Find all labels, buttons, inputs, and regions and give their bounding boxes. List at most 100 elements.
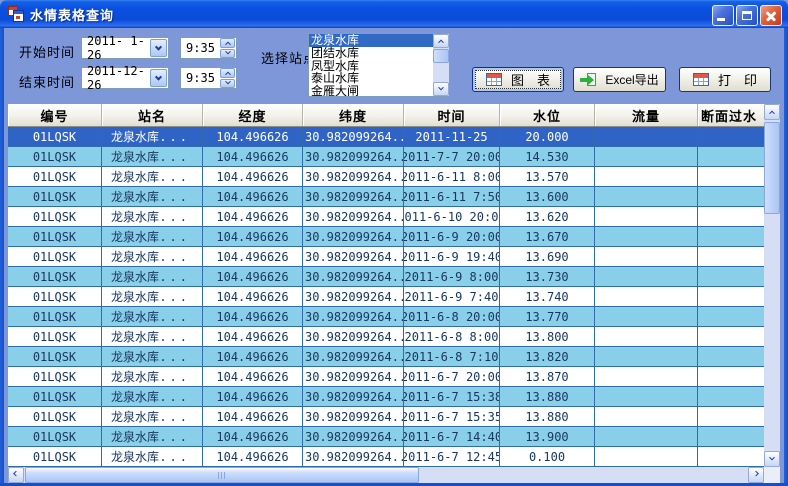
cell-level: 13.600 [500, 187, 595, 207]
truncation-dots: ... [159, 290, 190, 304]
chart-button[interactable]: 图 表 [472, 67, 564, 92]
vertical-scrollbar[interactable] [764, 104, 780, 467]
scroll-down-button[interactable] [764, 451, 780, 467]
cell-station: 龙泉水库... [102, 287, 203, 307]
cell-longitude: 104.496626 [203, 167, 303, 187]
cell-time: 2011-6-7 14:40 [404, 427, 500, 447]
table-row[interactable]: 01LQSK 龙泉水库... 104.496626 30.982099264..… [8, 247, 764, 267]
start-time-down-button[interactable] [220, 49, 235, 59]
cell-longitude: 104.496626 [203, 147, 303, 167]
close-button[interactable] [760, 5, 782, 26]
cell-section [698, 167, 764, 187]
station-list-item[interactable]: 团结水库 [309, 47, 433, 60]
scroll-thumb[interactable] [433, 49, 449, 63]
cell-longitude: 104.496626 [203, 127, 303, 147]
scroll-right-button[interactable] [748, 467, 764, 483]
grid-header-cell[interactable]: 流量 [595, 104, 698, 126]
cell-station: 龙泉水库... [102, 127, 203, 147]
station-name: 龙泉水库 [111, 148, 159, 165]
station-name: 龙泉水库 [111, 388, 159, 405]
cell-station: 龙泉水库... [102, 167, 203, 187]
cell-flow [595, 387, 698, 407]
end-time-down-button[interactable] [220, 79, 235, 89]
scroll-up-button[interactable] [764, 104, 780, 120]
cell-flow [595, 127, 698, 147]
cell-longitude: 104.496626 [203, 207, 303, 227]
start-date-dropdown-button[interactable] [150, 39, 167, 57]
cell-longitude: 104.496626 [203, 307, 303, 327]
station-listbox[interactable]: 龙泉水库 团结水库 凤型水库 泰山水库 金雁大闸 [308, 33, 450, 97]
station-name: 龙泉水库 [111, 308, 159, 325]
cell-id: 01LQSK [8, 387, 102, 407]
end-date-picker[interactable]: 2011-12-26 [81, 67, 169, 89]
cell-level: 13.880 [500, 407, 595, 427]
cell-section [698, 187, 764, 207]
end-date-dropdown-button[interactable] [150, 69, 167, 87]
cell-flow [595, 327, 698, 347]
station-list-item[interactable]: 龙泉水库 [309, 34, 433, 47]
excel-export-button-label: Excel导出 [605, 71, 658, 88]
end-time-up-button[interactable] [220, 68, 235, 78]
scroll-down-button[interactable] [433, 82, 449, 96]
station-list-item[interactable]: 金雁大闸 [309, 85, 433, 96]
table-row[interactable]: 01LQSK 龙泉水库... 104.496626 30.982099264..… [8, 267, 764, 287]
print-button[interactable]: 打 印 [679, 67, 771, 92]
table-row[interactable]: 01LQSK 龙泉水库... 104.496626 30.982099264..… [8, 147, 764, 167]
truncation-dots: ... [159, 270, 190, 284]
scroll-up-button[interactable] [433, 34, 449, 48]
chevron-left-icon [13, 471, 19, 477]
scroll-thumb[interactable] [25, 467, 419, 483]
cell-id: 01LQSK [8, 287, 102, 307]
cell-section [698, 367, 764, 387]
table-row[interactable]: 01LQSK 龙泉水库... 104.496626 30.982099264..… [8, 167, 764, 187]
cell-latitude: 30.982099264... [303, 407, 404, 427]
table-row[interactable]: 01LQSK 龙泉水库... 104.496626 30.982099264..… [8, 447, 764, 467]
cell-section [698, 407, 764, 427]
table-row[interactable]: 01LQSK 龙泉水库... 104.496626 30.982099264..… [8, 367, 764, 387]
cell-latitude: 30.982099264... [303, 447, 404, 467]
cell-time: 2011-6-7 15:35 [404, 407, 500, 427]
table-row[interactable]: 01LQSK 龙泉水库... 104.496626 30.982099264..… [8, 327, 764, 347]
grid-header-cell[interactable]: 时间 [404, 104, 500, 126]
chevron-down-icon [155, 73, 162, 80]
table-row[interactable]: 01LQSK 龙泉水库... 104.496626 30.982099264..… [8, 227, 764, 247]
station-list-scrollbar[interactable] [433, 34, 449, 96]
horizontal-scrollbar[interactable] [8, 467, 764, 483]
grid-header-cell[interactable]: 断面过水 [698, 104, 764, 126]
cell-latitude: 30.982099264... [303, 187, 404, 207]
cell-id: 01LQSK [8, 307, 102, 327]
grid-header-cell[interactable]: 水位 [500, 104, 595, 126]
cell-longitude: 104.496626 [203, 267, 303, 287]
table-row[interactable]: 01LQSK 龙泉水库... 104.496626 30.982099264..… [8, 127, 764, 147]
station-name: 龙泉水库 [111, 328, 159, 345]
cell-section [698, 307, 764, 327]
table-row[interactable]: 01LQSK 龙泉水库... 104.496626 30.982099264..… [8, 287, 764, 307]
table-row[interactable]: 01LQSK 龙泉水库... 104.496626 30.982099264..… [8, 427, 764, 447]
cell-time: 2011-6-9 8:00 [404, 267, 500, 287]
start-time-spinner[interactable]: 9:35 [180, 37, 237, 59]
table-row[interactable]: 01LQSK 龙泉水库... 104.496626 30.982099264..… [8, 307, 764, 327]
grid-header-cell[interactable]: 编号 [8, 104, 102, 126]
scroll-left-button[interactable] [8, 467, 24, 483]
table-row[interactable]: 01LQSK 龙泉水库... 104.496626 30.982099264..… [8, 387, 764, 407]
grid-header-cell[interactable]: 站名 [102, 104, 203, 126]
start-date-picker[interactable]: 2011- 1-26 [81, 37, 169, 59]
maximize-button[interactable] [736, 5, 758, 26]
table-row[interactable]: 01LQSK 龙泉水库... 104.496626 30.982099264..… [8, 207, 764, 227]
excel-export-button[interactable]: Excel导出 [573, 67, 666, 92]
cell-latitude: 30.982099264... [303, 247, 404, 267]
grid-header-cell[interactable]: 经度 [203, 104, 303, 126]
table-row[interactable]: 01LQSK 龙泉水库... 104.496626 30.982099264..… [8, 187, 764, 207]
start-time-up-button[interactable] [220, 38, 235, 48]
titlebar[interactable]: 水情表格查询 [0, 0, 788, 28]
cell-section [698, 387, 764, 407]
station-list: 龙泉水库 团结水库 凤型水库 泰山水库 金雁大闸 [309, 34, 433, 96]
end-time-spinner[interactable]: 9:35 [180, 67, 237, 89]
grid-header-cell[interactable]: 纬度 [303, 104, 404, 126]
table-row[interactable]: 01LQSK 龙泉水库... 104.496626 30.982099264..… [8, 407, 764, 427]
scroll-thumb[interactable] [764, 122, 780, 214]
minimize-button[interactable] [712, 5, 734, 26]
cell-level: 14.530 [500, 147, 595, 167]
table-row[interactable]: 01LQSK 龙泉水库... 104.496626 30.982099264..… [8, 347, 764, 367]
station-name: 龙泉水库 [111, 448, 159, 465]
